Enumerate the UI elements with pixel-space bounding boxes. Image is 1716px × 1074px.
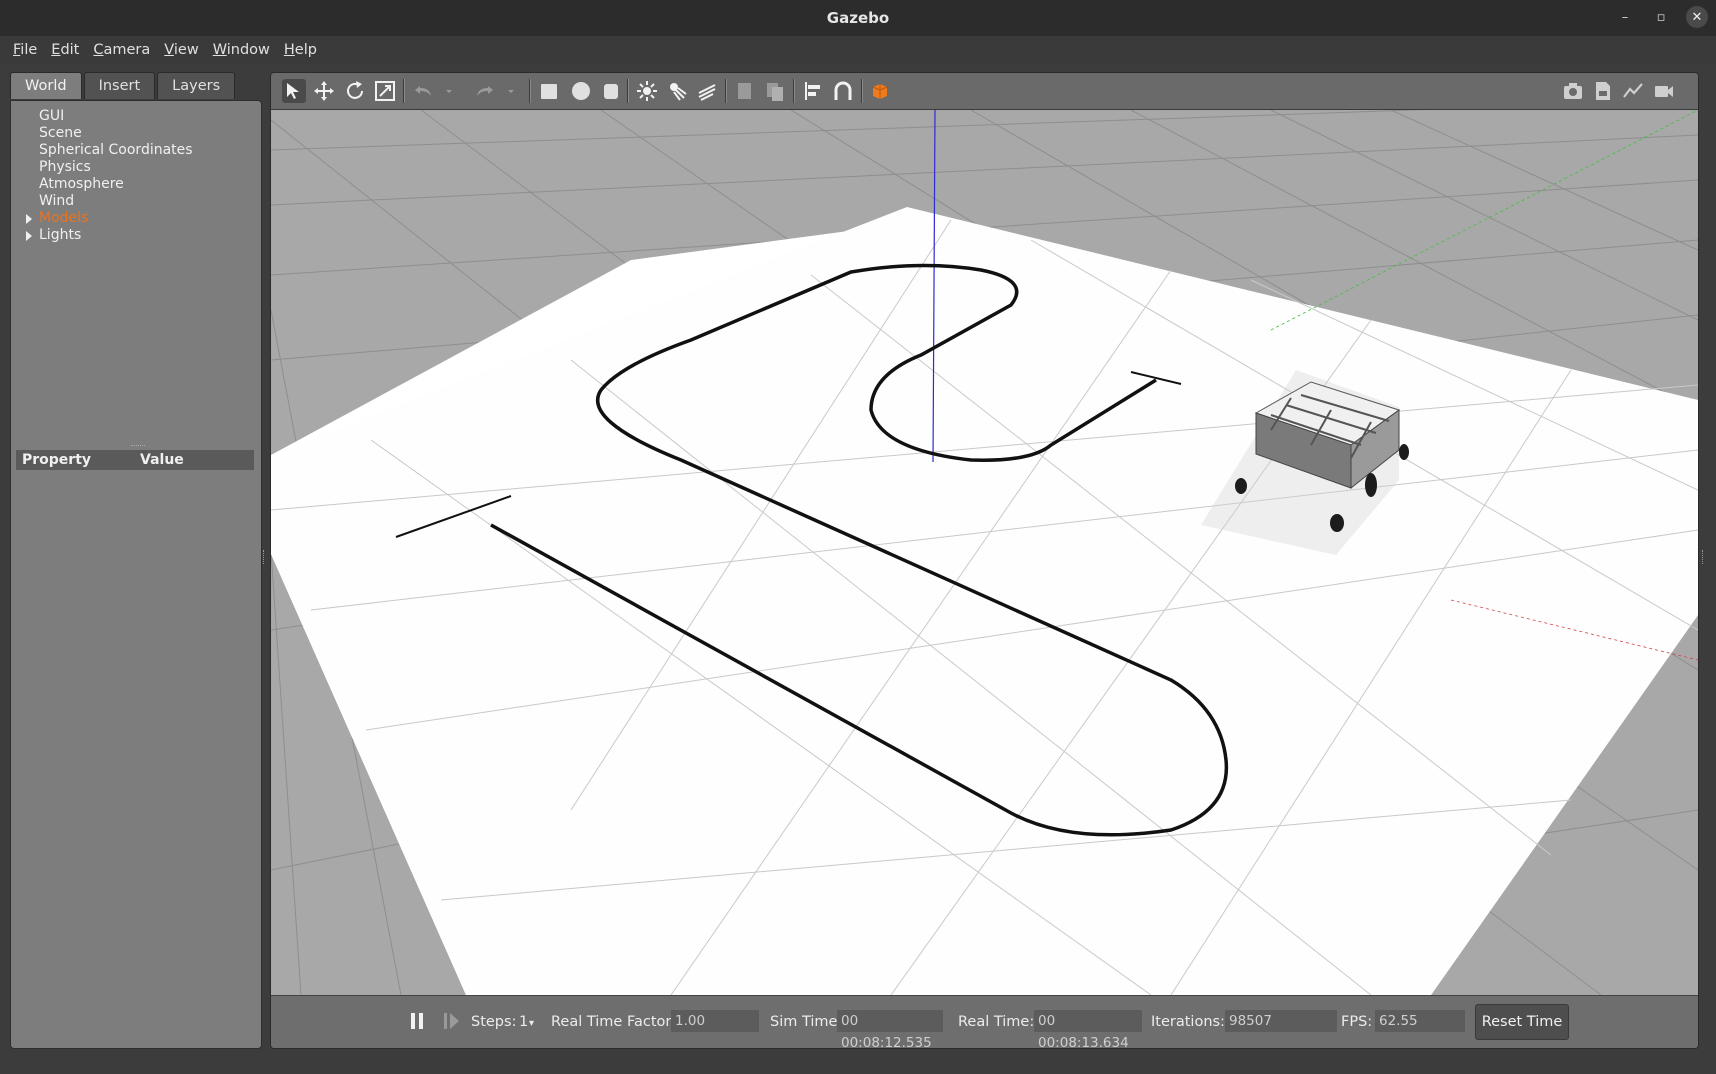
plot-icon[interactable] bbox=[1621, 79, 1645, 103]
toolbar-separator bbox=[403, 79, 405, 103]
redo-history-icon[interactable] bbox=[499, 79, 523, 103]
align-icon[interactable] bbox=[801, 79, 825, 103]
viewport-toolbar bbox=[271, 73, 1698, 110]
tree-item-lights[interactable]: Lights bbox=[11, 227, 261, 244]
sim-time-field: 00 00:08:12.535 bbox=[837, 1010, 943, 1048]
menu-view-label: iew bbox=[173, 42, 199, 58]
real-time-factor-label: Real Time Factor: bbox=[551, 1014, 676, 1030]
iterations-field: 98507 bbox=[1225, 1010, 1337, 1032]
undo-icon[interactable] bbox=[411, 79, 435, 103]
menu-edit[interactable]: Edit bbox=[44, 42, 86, 58]
tree-item-models-label: Models bbox=[39, 210, 89, 226]
copy-icon[interactable] bbox=[733, 79, 757, 103]
menu-help[interactable]: Help bbox=[277, 42, 324, 58]
undo-history-icon[interactable] bbox=[437, 79, 461, 103]
record-video-icon[interactable] bbox=[1652, 79, 1676, 103]
toolbar-separator bbox=[627, 79, 629, 103]
toolbar-separator bbox=[861, 79, 863, 103]
window-titlebar: Gazebo – ▫ ✕ bbox=[0, 0, 1716, 36]
directional-light-icon[interactable] bbox=[695, 79, 719, 103]
steps-label: Steps: bbox=[471, 1014, 517, 1030]
world-panel: GUI Scene Spherical Coordinates Physics … bbox=[10, 100, 262, 1049]
iterations-label: Iterations: bbox=[1151, 1014, 1225, 1030]
menu-file-label: ile bbox=[20, 42, 38, 58]
minimize-icon[interactable]: – bbox=[1614, 6, 1636, 28]
menu-view[interactable]: View bbox=[157, 42, 205, 58]
menu-help-mnemonic: H bbox=[283, 42, 295, 58]
expand-arrow-icon[interactable] bbox=[26, 214, 32, 224]
menu-view-mnemonic: V bbox=[164, 42, 174, 58]
cylinder-shape-icon[interactable] bbox=[599, 79, 623, 103]
translate-mode-icon[interactable] bbox=[312, 79, 336, 103]
tab-insert[interactable]: Insert bbox=[83, 72, 156, 99]
spot-light-icon[interactable] bbox=[665, 79, 689, 103]
left-panel: World Insert Layers GUI Scene Spherical … bbox=[10, 72, 262, 1049]
paste-icon[interactable] bbox=[763, 79, 787, 103]
steps-value[interactable]: 1 bbox=[519, 1014, 528, 1030]
tree-item-physics[interactable]: Physics bbox=[11, 159, 261, 176]
expand-arrow-icon[interactable] bbox=[26, 231, 32, 241]
tree-item-scene[interactable]: Scene bbox=[11, 125, 261, 142]
render-viewport: Steps: 1 ▾ Real Time Factor: 1.00 Sim Ti… bbox=[270, 72, 1699, 1049]
scene-3d-view[interactable] bbox=[271, 110, 1698, 995]
tree-item-gui[interactable]: GUI bbox=[11, 108, 261, 125]
real-time-field: 00 00:08:13.634 bbox=[1034, 1010, 1142, 1048]
menubar: File Edit Camera View Window Help bbox=[0, 36, 1716, 64]
scale-mode-icon[interactable] bbox=[373, 79, 397, 103]
toolbar-separator bbox=[793, 79, 795, 103]
select-mode-icon[interactable] bbox=[282, 79, 306, 103]
rotate-mode-icon[interactable] bbox=[343, 79, 367, 103]
right-panel-resize-handle[interactable] bbox=[1702, 550, 1705, 564]
real-time-factor-field: 1.00 bbox=[671, 1010, 759, 1032]
world-tree: GUI Scene Spherical Coordinates Physics … bbox=[11, 101, 261, 244]
sim-time-label: Sim Time: bbox=[770, 1014, 843, 1030]
snap-icon[interactable] bbox=[831, 79, 855, 103]
panel-splitter-handle[interactable] bbox=[131, 445, 145, 448]
tree-item-lights-label: Lights bbox=[39, 227, 82, 243]
tree-item-wind[interactable]: Wind bbox=[11, 193, 261, 210]
menu-camera[interactable]: Camera bbox=[86, 42, 157, 58]
menu-camera-label: amera bbox=[103, 42, 151, 58]
sphere-shape-icon[interactable] bbox=[569, 79, 593, 103]
tab-layers[interactable]: Layers bbox=[157, 72, 236, 99]
fps-label: FPS: bbox=[1341, 1014, 1373, 1030]
reset-time-button[interactable]: Reset Time bbox=[1475, 1004, 1569, 1040]
step-icon[interactable] bbox=[442, 1010, 462, 1032]
menu-camera-mnemonic: C bbox=[93, 42, 104, 58]
window-title: Gazebo bbox=[826, 9, 890, 27]
log-icon[interactable] bbox=[1591, 79, 1615, 103]
fps-field: 62.55 bbox=[1375, 1010, 1465, 1032]
steps-dropdown-icon[interactable]: ▾ bbox=[529, 1018, 534, 1029]
property-column-header: Property bbox=[22, 452, 92, 468]
property-table-header: Property Value bbox=[16, 450, 254, 470]
toolbar-separator bbox=[529, 79, 531, 103]
tree-item-atmosphere[interactable]: Atmosphere bbox=[11, 176, 261, 193]
menu-help-label: elp bbox=[294, 42, 317, 58]
maximize-icon[interactable]: ▫ bbox=[1650, 6, 1672, 28]
tree-item-models[interactable]: Models bbox=[11, 210, 261, 227]
left-panel-resize-handle[interactable] bbox=[263, 550, 266, 564]
value-column-header: Value bbox=[140, 452, 184, 468]
menu-edit-label: dit bbox=[60, 42, 80, 58]
window-controls: – ▫ ✕ bbox=[1614, 6, 1708, 28]
left-panel-tabs: World Insert Layers bbox=[10, 72, 260, 100]
menu-window-mnemonic: W bbox=[212, 42, 227, 58]
box-shape-icon[interactable] bbox=[537, 79, 561, 103]
change-view-icon[interactable] bbox=[867, 79, 891, 103]
redo-icon[interactable] bbox=[473, 79, 497, 103]
real-time-label: Real Time: bbox=[958, 1014, 1035, 1030]
menu-window-label: indow bbox=[226, 42, 270, 58]
menu-file[interactable]: File bbox=[6, 42, 44, 58]
simulation-control-bar: Steps: 1 ▾ Real Time Factor: 1.00 Sim Ti… bbox=[271, 995, 1698, 1048]
tree-item-spherical-coordinates[interactable]: Spherical Coordinates bbox=[11, 142, 261, 159]
pause-icon[interactable] bbox=[407, 1010, 429, 1032]
screenshot-icon[interactable] bbox=[1561, 79, 1585, 103]
point-light-icon[interactable] bbox=[635, 79, 659, 103]
tab-world[interactable]: World bbox=[10, 72, 82, 99]
menu-window[interactable]: Window bbox=[206, 42, 277, 58]
toolbar-separator bbox=[725, 79, 727, 103]
close-icon[interactable]: ✕ bbox=[1686, 6, 1708, 28]
